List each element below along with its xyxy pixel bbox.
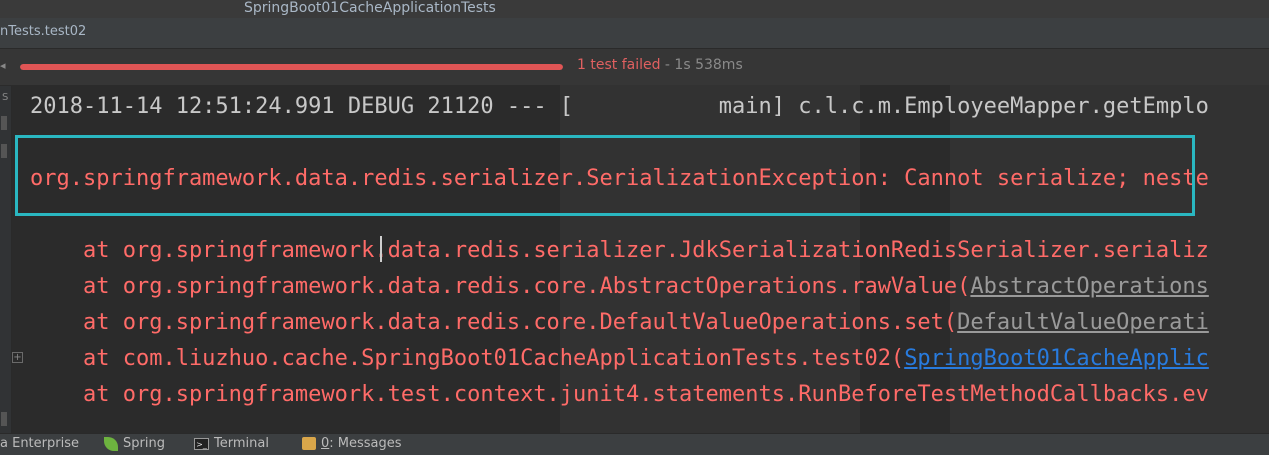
tool-window-terminal[interactable]: >_ Terminal (194, 436, 269, 451)
collapse-arrow-icon[interactable]: ◂ (0, 59, 6, 72)
stack-trace-line: at com.liuzhuo.cache.SpringBoot01CacheAp… (30, 346, 1209, 371)
text-caret (380, 236, 382, 262)
stack-trace-line: at org.springframework.data.redis.core.D… (30, 310, 1209, 335)
stack-trace-line: at org.springframework.test.context.juni… (30, 382, 1209, 407)
exception-highlight-box (15, 135, 1195, 216)
run-tab-row: nTests.test02 (0, 18, 1269, 49)
gutter-marker (1, 144, 7, 158)
expand-icon[interactable]: + (12, 352, 23, 363)
window-title: SpringBoot01CacheApplicationTests (244, 0, 496, 16)
source-link[interactable]: AbstractOperations (970, 274, 1208, 299)
console-debug-line: 2018-11-14 12:51:24.991 DEBUG 21120 --- … (30, 94, 1209, 119)
test-progress-row: ◂ 1 test failed - 1s 538ms (0, 49, 1269, 85)
source-link[interactable]: DefaultValueOperati (957, 310, 1209, 335)
bottom-tool-bar: a Enterprise Spring >_ Terminal 0: Messa… (0, 433, 1269, 455)
terminal-icon: >_ (194, 437, 209, 450)
source-link[interactable]: SpringBoot01CacheApplic (904, 346, 1209, 371)
spring-leaf-icon (104, 436, 118, 451)
gutter-marker (1, 116, 7, 130)
title-bar: SpringBoot01CacheApplicationTests (0, 0, 1269, 19)
test-status: 1 test failed - 1s 538ms (577, 57, 743, 73)
test-progress-bar (20, 64, 563, 70)
gutter-marker (1, 412, 7, 426)
test-progress-fill (20, 64, 563, 70)
tool-window-messages[interactable]: 0: Messages (302, 436, 402, 451)
test-failed-text: 1 test failed (577, 57, 661, 73)
run-tab-test02[interactable]: nTests.test02 (0, 24, 86, 39)
stack-trace-line: at org.springframework.data.redis.serial… (30, 238, 1209, 263)
tool-window-spring[interactable]: Spring (104, 436, 165, 451)
tool-window-enterprise[interactable]: a Enterprise (0, 436, 79, 451)
test-duration-text: - 1s 538ms (660, 57, 743, 73)
stack-trace-line: at org.springframework.data.redis.core.A… (30, 274, 1209, 299)
structure-icon[interactable]: S (2, 92, 8, 103)
messages-icon (302, 437, 316, 450)
